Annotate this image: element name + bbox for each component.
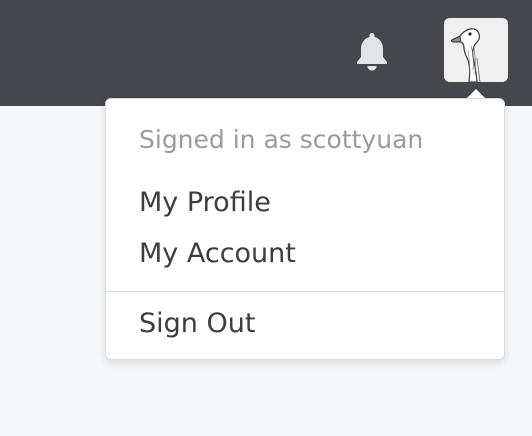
top-navigation-bar xyxy=(0,0,532,106)
signed-in-as-label: Signed in as scottyuan xyxy=(139,125,424,154)
menu-divider xyxy=(106,291,504,292)
my-account-menu-item[interactable]: My Account xyxy=(139,238,296,269)
user-dropdown-menu: Signed in as scottyuan My Profile My Acc… xyxy=(105,98,505,360)
goose-avatar-icon xyxy=(444,18,508,82)
user-avatar-button[interactable] xyxy=(444,18,508,82)
my-profile-menu-item[interactable]: My Profile xyxy=(139,187,271,218)
sign-out-menu-item[interactable]: Sign Out xyxy=(139,308,255,339)
notifications-bell-icon[interactable] xyxy=(352,30,392,72)
